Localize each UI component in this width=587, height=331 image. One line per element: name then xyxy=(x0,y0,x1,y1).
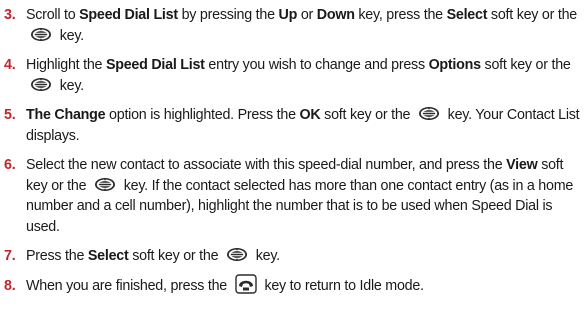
step-text-run: soft key or the xyxy=(128,248,222,264)
key-term: Options xyxy=(428,57,482,73)
step-text: Select the new contact to associate with… xyxy=(26,155,583,237)
step-text-run: by pressing the xyxy=(177,7,279,23)
step-text-run: soft key or the xyxy=(320,107,414,123)
step-text-run: or xyxy=(297,7,317,23)
step-number: 3. xyxy=(4,7,16,23)
step-number: 7. xyxy=(4,248,16,264)
key-term: Speed Dial List xyxy=(105,57,205,73)
step-text-run: key, press the xyxy=(354,7,447,23)
list-item: 6. Select the new contact to associate wi… xyxy=(4,155,583,237)
instruction-page: 3. Scroll to Speed Dial List by pressing … xyxy=(0,0,587,331)
key-term: OK xyxy=(299,107,321,123)
step-text-run: key to return to Idle mode. xyxy=(260,277,424,294)
step-number: 8. xyxy=(4,277,16,294)
step-text-run: Press the xyxy=(26,248,88,264)
step-text-run: Select the new contact to associate with… xyxy=(26,157,507,173)
step-text-run: key. xyxy=(56,77,84,94)
step-number: 4. xyxy=(4,57,16,73)
step-list: 3. Scroll to Speed Dial List by pressing … xyxy=(4,5,583,296)
select-key-icon xyxy=(95,177,116,191)
step-text: The Change option is highlighted. Press … xyxy=(26,105,583,146)
step-text-run: key. xyxy=(252,248,280,264)
step-text-run: option is highlighted. Press the xyxy=(105,107,300,123)
list-item: 3. Scroll to Speed Dial List by pressing … xyxy=(4,5,583,46)
step-text-run: Scroll to xyxy=(26,7,80,23)
end-key-icon xyxy=(235,274,257,294)
list-item: 7. Press the Select soft key or the key. xyxy=(4,246,583,267)
select-key-icon xyxy=(418,107,439,121)
key-term: View xyxy=(506,157,538,173)
step-number: 6. xyxy=(4,157,16,173)
key-term: Up xyxy=(278,7,298,23)
step-text-run: soft key or the xyxy=(480,57,571,73)
key-term: Down xyxy=(316,7,355,23)
select-key-icon xyxy=(31,77,51,91)
list-item: 4. Highlight the Speed Dial List entry yo… xyxy=(4,55,583,96)
step-text-run: key. xyxy=(56,27,84,44)
step-number: 5. xyxy=(4,107,16,123)
list-item: 5. The Change option is highlighted. Pres… xyxy=(4,105,583,146)
list-item: 8. When you are finished, press the key t… xyxy=(4,274,583,297)
step-text-run: entry you wish to change and press xyxy=(204,57,429,73)
step-text: Scroll to Speed Dial List by pressing th… xyxy=(26,5,583,46)
step-text-run: Highlight the xyxy=(26,57,106,73)
key-term: The Change xyxy=(26,107,106,123)
step-text: Highlight the Speed Dial List entry you … xyxy=(26,55,583,96)
key-term: Select xyxy=(87,248,129,264)
key-term: Select xyxy=(446,7,488,23)
key-term: Speed Dial List xyxy=(79,7,178,23)
step-text-run: soft key or the xyxy=(487,7,577,23)
step-text: When you are finished, press the key to … xyxy=(26,274,583,297)
select-key-icon xyxy=(31,27,51,41)
select-key-icon xyxy=(227,248,247,262)
step-text: Press the Select soft key or the key. xyxy=(26,246,583,267)
step-text-run: When you are finished, press the xyxy=(26,277,231,294)
